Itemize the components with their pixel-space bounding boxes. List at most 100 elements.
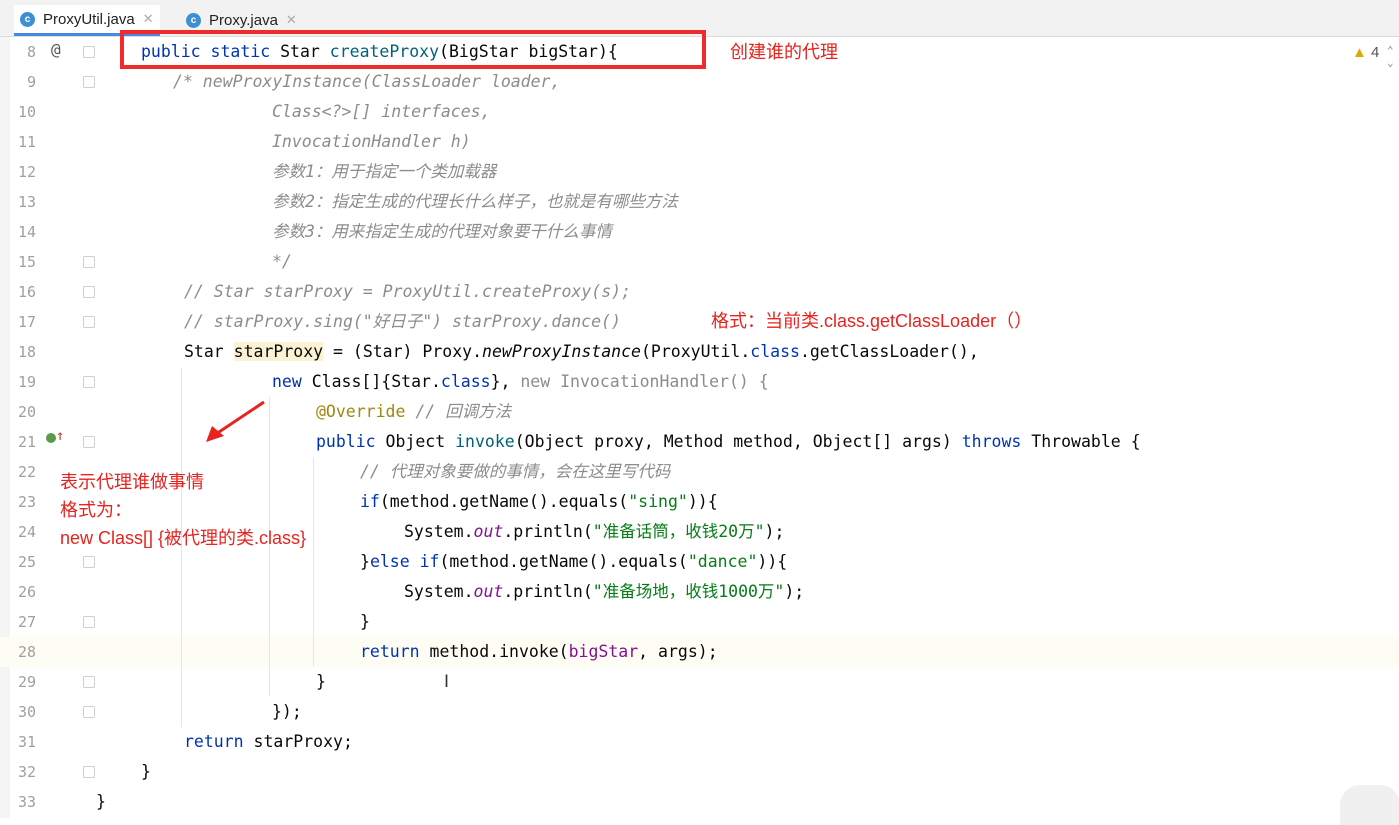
string-literal: "sing": [628, 492, 688, 511]
code-line-30[interactable]: });: [0, 697, 1399, 727]
inspection-widget[interactable]: ▲ 4: [1352, 44, 1379, 61]
code-text: starProxy;: [253, 732, 353, 751]
annotation: @Override: [316, 402, 406, 421]
comment: 参数3：用来指定生成的代理对象要干什么事情: [272, 222, 612, 241]
annotation-who-line3: new Class[] {被代理的类.class}: [60, 528, 307, 548]
annotation-arrow-icon: [206, 400, 265, 442]
parameters: (Object proxy, Method method, Object[] a…: [514, 432, 962, 451]
comment: // 代理对象要做的事情，会在这里写代码: [360, 462, 671, 481]
code-text: )){: [687, 492, 718, 511]
code-line-16[interactable]: // Star starProxy = ProxyUtil.createProx…: [0, 277, 1399, 307]
string-literal: "准备话筒，收钱20万": [592, 522, 765, 541]
method-name: invoke: [455, 432, 515, 451]
comment: 参数1：用于指定一个类加载器: [272, 162, 497, 181]
comment: 参数2：指定生成的代理长什么样子，也就是有哪些方法: [272, 192, 678, 211]
annotation-who-line2: 格式为：: [60, 500, 132, 520]
code-text: .getClassLoader(),: [799, 342, 979, 361]
keyword: class: [440, 372, 491, 391]
code-text: Class[]{Star.: [311, 372, 441, 391]
string-literal: "dance": [687, 552, 758, 571]
tab-label: Proxy.java: [209, 11, 278, 29]
comment: Class<?>[] interfaces,: [272, 102, 491, 121]
keyword: class: [750, 342, 800, 361]
code-text: , args);: [638, 642, 718, 661]
code-text: }: [360, 612, 370, 631]
comment: */: [272, 252, 292, 271]
code-text: );: [764, 522, 785, 541]
type-name: Object: [385, 432, 456, 451]
code-text: }: [141, 762, 151, 781]
keyword: if: [360, 492, 380, 511]
keyword: new: [520, 372, 561, 391]
chevron-down-icon[interactable]: ⌄: [1387, 56, 1394, 69]
code-text: System.: [404, 582, 474, 601]
java-class-icon: c: [20, 11, 35, 27]
code-line-9[interactable]: /* newProxyInstance(ClassLoader loader,: [0, 67, 1399, 97]
code-line-11[interactable]: InvocationHandler h): [0, 127, 1399, 157]
method-call: newProxyInstance: [482, 342, 641, 361]
code-line-25[interactable]: }else if(method.getName().equals("dance"…: [0, 547, 1399, 577]
code-line-27[interactable]: }: [0, 607, 1399, 637]
comment: InvocationHandler h): [272, 132, 471, 151]
code-text: });: [272, 702, 302, 721]
code-text: },: [490, 372, 521, 391]
code-text: }: [316, 672, 326, 691]
code-text: .println(: [503, 582, 593, 601]
code-text: method.invoke(: [429, 642, 569, 661]
variable: starProxy: [233, 342, 324, 361]
comment: /* newProxyInstance(ClassLoader loader,: [173, 72, 561, 91]
keyword: public: [316, 432, 386, 451]
code-text: (ProxyUtil.: [640, 342, 751, 361]
close-icon[interactable]: ✕: [143, 11, 154, 27]
keyword: throws: [961, 432, 1022, 451]
static-field: out: [473, 522, 504, 541]
code-line-19[interactable]: new Class[]{Star.class}, new InvocationH…: [0, 367, 1399, 397]
static-field: out: [473, 582, 504, 601]
code-line-33[interactable]: }: [0, 787, 1399, 817]
code-line-15[interactable]: */: [0, 247, 1399, 277]
string-literal: "准备场地，收钱1000万": [592, 582, 785, 601]
code-text: InvocationHandler() {: [560, 372, 769, 391]
code-line-12[interactable]: 参数1：用于指定一个类加载器: [0, 157, 1399, 187]
code-line-29[interactable]: }: [0, 667, 1399, 697]
code-text: Throwable {: [1021, 432, 1141, 451]
keyword: if: [419, 552, 440, 571]
warning-icon: ▲: [1352, 44, 1367, 61]
keyword: return: [360, 642, 430, 661]
code-text: (method.getName().equals(: [379, 492, 629, 511]
code-line-17[interactable]: // starProxy.sing("好日子") starProxy.dance…: [0, 307, 1399, 337]
code-line-32[interactable]: }: [0, 757, 1399, 787]
close-icon[interactable]: ✕: [286, 12, 297, 28]
code-line-18[interactable]: Star starProxy = (Star) Proxy.newProxyIn…: [0, 337, 1399, 367]
variable: bigStar: [568, 642, 639, 661]
code-text: }: [360, 552, 370, 571]
code-text: );: [784, 582, 805, 601]
comment: // Star starProxy = ProxyUtil.createProx…: [184, 282, 632, 301]
highlight-box: [120, 30, 706, 69]
code-line-26[interactable]: System.out.println("准备场地，收钱1000万");: [0, 577, 1399, 607]
warning-count: 4: [1371, 44, 1380, 61]
comment: // starProxy.sing("好日子") starProxy.dance…: [184, 312, 621, 331]
java-class-icon: c: [186, 12, 201, 28]
overlay-bubble: [1340, 785, 1399, 825]
code-line-23[interactable]: if(method.getName().equals("sing")){: [0, 487, 1399, 517]
code-text: .println(: [503, 522, 593, 541]
comment: // 回调方法: [405, 402, 512, 421]
code-text: System.: [404, 522, 474, 541]
keyword: return: [184, 732, 254, 751]
annotation-who-line1: 表示代理谁做事情: [60, 472, 204, 492]
code-text: }: [96, 792, 106, 811]
code-line-28[interactable]: return method.invoke(bigStar, args);: [0, 637, 1399, 667]
annotation-format: 格式：当前类.class.getClassLoader（）: [711, 311, 1033, 331]
code-line-14[interactable]: 参数3：用来指定生成的代理对象要干什么事情: [0, 217, 1399, 247]
type-name: Star: [184, 342, 234, 361]
code-text: )){: [757, 552, 788, 571]
code-line-22[interactable]: // 代理对象要做的事情，会在这里写代码: [0, 457, 1399, 487]
i-beam-cursor-icon: I: [444, 672, 450, 692]
keyword: new: [272, 372, 312, 391]
code-line-10[interactable]: Class<?>[] interfaces,: [0, 97, 1399, 127]
code-line-13[interactable]: 参数2：指定生成的代理长什么样子，也就是有哪些方法: [0, 187, 1399, 217]
annotation-create-proxy: 创建谁的代理: [730, 42, 838, 62]
code-line-31[interactable]: return starProxy;: [0, 727, 1399, 757]
tab-label: ProxyUtil.java: [43, 10, 135, 28]
